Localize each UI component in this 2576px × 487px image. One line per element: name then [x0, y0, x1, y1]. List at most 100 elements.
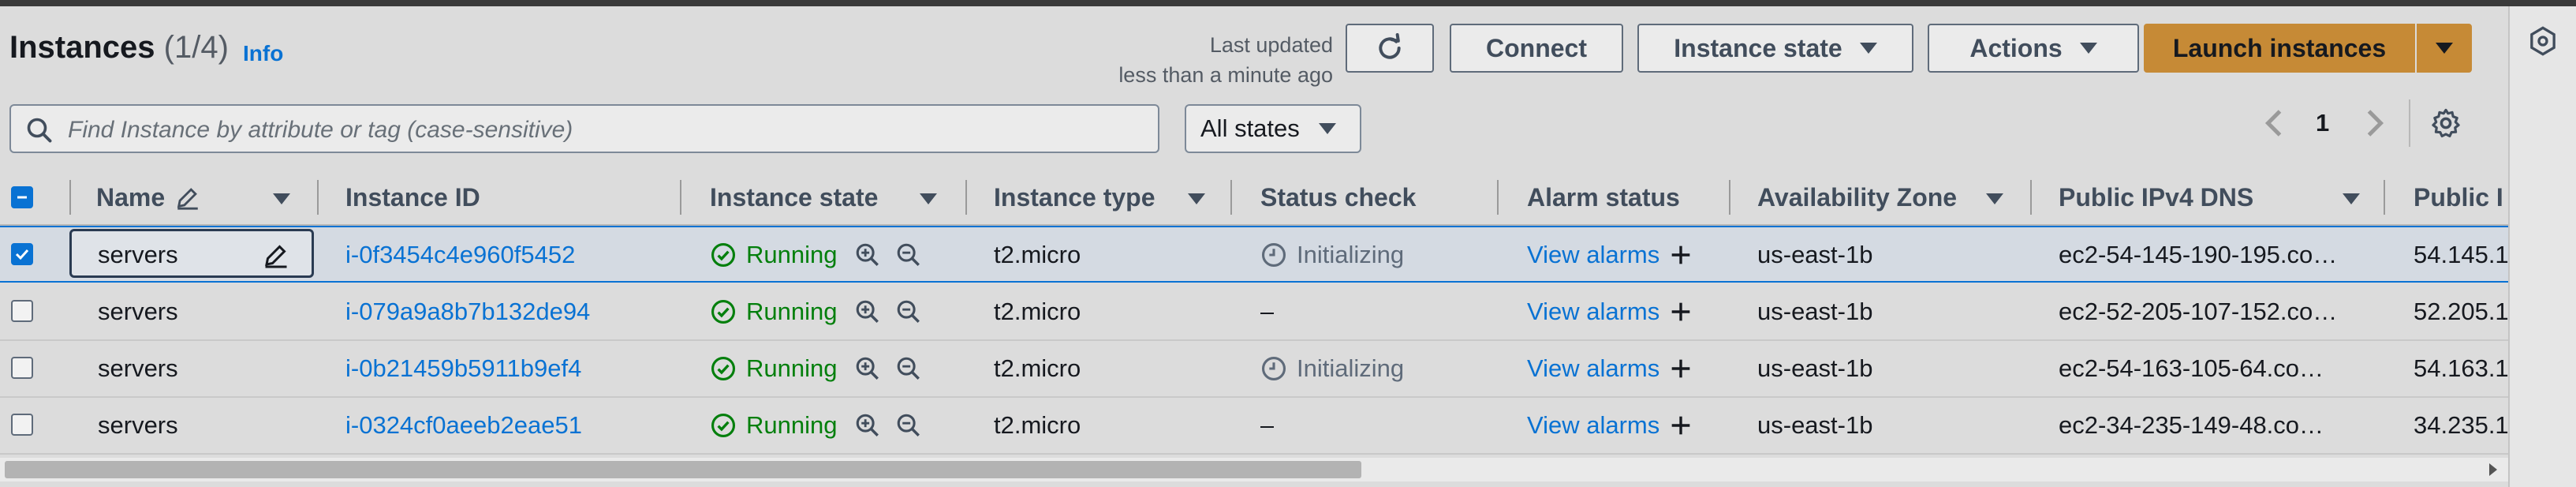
zoom-in-icon[interactable] [854, 355, 881, 382]
instance-id-link[interactable]: i-0324cf0aeeb2eae51 [345, 398, 582, 453]
check-circle-icon [711, 356, 736, 381]
status-check-label: – [1260, 298, 1275, 325]
actions-button[interactable]: Actions [1928, 24, 2139, 73]
horizontal-scrollbar[interactable] [0, 458, 2508, 481]
last-updated-label: Last updated [1209, 33, 1333, 57]
sort-caret-icon[interactable] [1188, 193, 1205, 204]
instance-state-label: Running [746, 241, 838, 268]
search-input[interactable] [66, 112, 1142, 148]
page-number[interactable]: 1 [2316, 99, 2329, 147]
gear-icon [2432, 108, 2460, 138]
instance-state-label: Running [746, 411, 838, 439]
table-row[interactable]: servers i-0324cf0aeeb2eae51 Running t2.m… [0, 398, 2508, 455]
column-header-alarm-status[interactable]: Alarm status [1527, 170, 1680, 224]
column-divider[interactable] [2384, 180, 2385, 215]
column-header-instance-type[interactable]: Instance type [994, 170, 1155, 224]
next-page-button[interactable] [2363, 99, 2387, 147]
instances-panel: Instances (1/4) Info Last updated less t… [0, 6, 2508, 487]
column-header-instance-id[interactable]: Instance ID [345, 170, 480, 224]
plus-icon[interactable] [1667, 242, 1694, 268]
column-header-instance-state[interactable]: Instance state [710, 170, 878, 224]
zoom-in-icon[interactable] [854, 412, 881, 439]
clock-icon [1261, 356, 1286, 381]
instance-id-link[interactable]: i-0b21459b5911b9ef4 [345, 341, 581, 396]
column-header-name[interactable]: Name [96, 170, 201, 224]
plus-icon[interactable] [1667, 355, 1694, 382]
public-ipv4-dns: ec2-52-205-107-152.co… [2059, 298, 2338, 325]
launch-instances-button[interactable]: Launch instances [2144, 24, 2415, 73]
row-checkbox[interactable] [11, 414, 33, 436]
status-check-cell: Initializing [1260, 341, 1404, 396]
view-alarms-link[interactable]: View alarms [1527, 241, 1659, 269]
table-row[interactable]: servers i-079a9a8b7b132de94 Running t2.m… [0, 284, 2508, 341]
row-checkbox[interactable] [11, 300, 33, 322]
launch-dropdown-button[interactable] [2417, 24, 2472, 73]
view-alarms-link[interactable]: View alarms [1527, 354, 1659, 383]
zoom-out-icon[interactable] [895, 355, 922, 382]
row-checkbox[interactable] [11, 243, 33, 265]
public-ip: 52.205.1 [2414, 298, 2508, 325]
sort-caret-icon[interactable] [2343, 193, 2360, 204]
instance-state-button[interactable]: Instance state [1637, 24, 1913, 73]
help-panel-button[interactable] [2526, 24, 2560, 58]
zoom-in-icon[interactable] [854, 242, 881, 268]
availability-zone: us-east-1b [1757, 241, 1873, 268]
row-checkbox[interactable] [11, 357, 33, 379]
connect-button[interactable]: Connect [1450, 24, 1623, 73]
instance-id-link[interactable]: i-0f3454c4e960f5452 [345, 227, 575, 283]
scroll-right-icon[interactable] [2489, 463, 2497, 476]
search-field[interactable] [9, 104, 1159, 153]
zoom-out-icon[interactable] [895, 412, 922, 439]
availability-zone: us-east-1b [1757, 298, 1873, 325]
caret-down-icon [1318, 123, 1336, 134]
instance-type: t2.micro [994, 241, 1081, 268]
pencil-icon [265, 245, 287, 268]
column-divider[interactable] [680, 180, 681, 215]
instance-state-cell: Running [710, 284, 922, 339]
instance-type: t2.micro [994, 354, 1081, 382]
instance-name: servers [98, 354, 178, 382]
column-divider[interactable] [1497, 180, 1499, 215]
instance-id-link[interactable]: i-079a9a8b7b132de94 [345, 284, 590, 339]
launch-instances-label: Launch instances [2172, 33, 2387, 62]
state-filter-select[interactable]: All states [1185, 104, 1361, 153]
info-link[interactable]: Info [243, 41, 283, 66]
column-header-public-ip[interactable]: Public I [2414, 170, 2508, 224]
refresh-button[interactable] [1346, 24, 1434, 73]
column-header-availability-zone[interactable]: Availability Zone [1757, 170, 1957, 224]
zoom-in-icon[interactable] [854, 298, 881, 325]
column-divider[interactable] [965, 180, 967, 215]
plus-icon[interactable] [1667, 298, 1694, 325]
preferences-button[interactable] [2429, 99, 2462, 147]
state-filter-value: All states [1200, 114, 1300, 142]
column-divider[interactable] [317, 180, 319, 215]
view-alarms-link[interactable]: View alarms [1527, 411, 1659, 440]
plus-icon[interactable] [1667, 412, 1694, 439]
refresh-icon [1379, 33, 1401, 59]
table-row[interactable]: servers i-0f3454c4e960f5452 Running t2.m… [0, 226, 2508, 283]
view-alarms-link[interactable]: View alarms [1527, 298, 1659, 326]
column-header-public-ipv4-dns[interactable]: Public IPv4 DNS [2059, 170, 2253, 224]
table-row[interactable]: servers i-0b21459b5911b9ef4 Running t2.m… [0, 341, 2508, 398]
instance-state-cell: Running [710, 227, 922, 283]
edit-name-button[interactable] [262, 227, 290, 283]
column-header-status-check[interactable]: Status check [1260, 170, 1416, 224]
instance-type: t2.micro [994, 411, 1081, 439]
instance-state-label: Running [746, 298, 838, 325]
select-all-checkbox[interactable] [11, 186, 33, 208]
alarm-status-cell: View alarms [1527, 341, 1694, 396]
sort-caret-icon[interactable] [1986, 193, 2003, 204]
zoom-out-icon[interactable] [895, 298, 922, 325]
sort-caret-icon[interactable] [920, 193, 937, 204]
zoom-out-icon[interactable] [895, 242, 922, 268]
chevron-right-icon [2367, 110, 2384, 137]
sort-caret-icon[interactable] [273, 193, 290, 204]
scrollbar-thumb[interactable] [5, 461, 1361, 478]
column-divider[interactable] [2030, 180, 2032, 215]
status-check-label: Initializing [1297, 354, 1405, 382]
instance-name: servers [98, 241, 178, 268]
connect-label: Connect [1486, 33, 1587, 62]
column-divider[interactable] [1230, 180, 1232, 215]
column-divider[interactable] [1729, 180, 1730, 215]
previous-page-button[interactable] [2262, 99, 2286, 147]
